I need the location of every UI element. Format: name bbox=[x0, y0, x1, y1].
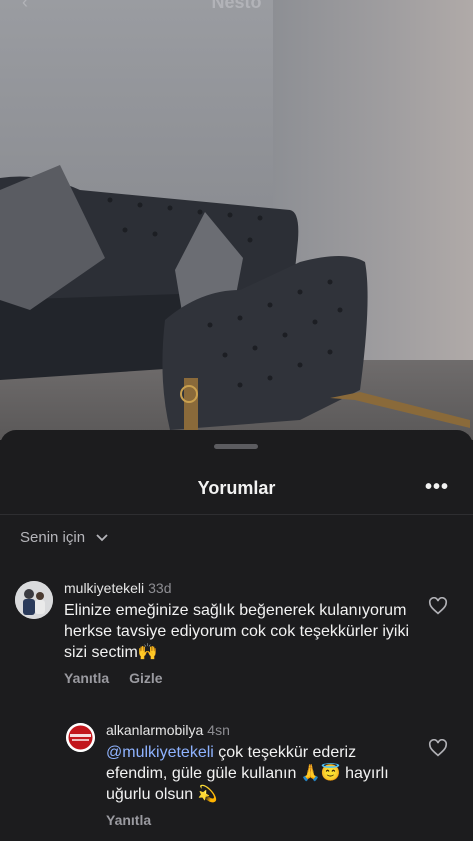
comment-header: mulkiyetekeli 33d bbox=[64, 580, 172, 596]
post-title: Nesto bbox=[211, 0, 262, 12]
comment-actions: Yanıtla Gizle bbox=[64, 670, 163, 686]
heart-icon[interactable] bbox=[428, 597, 448, 615]
more-horizontal-icon[interactable]: ••• bbox=[425, 476, 449, 499]
hide-button[interactable]: Gizle bbox=[129, 670, 162, 686]
reply-button[interactable]: Yanıtla bbox=[64, 670, 109, 686]
filter-label: Senin için bbox=[20, 529, 86, 546]
comment-text: Elinize emeğinize sağlık beğenerek kulan… bbox=[64, 602, 410, 661]
avatar[interactable] bbox=[15, 581, 53, 619]
avatar[interactable] bbox=[66, 723, 95, 752]
comment-time: 33d bbox=[148, 580, 172, 596]
post-photo: ‹ Nesto bbox=[0, 0, 473, 440]
comment-text: @mulkiyetekeli çok teşekkür ederiz efend… bbox=[106, 742, 406, 805]
divider bbox=[0, 514, 473, 515]
comment-actions: Yanıtla bbox=[106, 812, 151, 828]
mention-link[interactable]: @mulkiyetekeli bbox=[106, 744, 214, 761]
sofa-illustration bbox=[0, 165, 470, 430]
comment-header: alkanlarmobilya 4sn bbox=[106, 722, 230, 738]
username[interactable]: mulkiyetekeli bbox=[64, 580, 144, 596]
comments-sheet: Yorumlar ••• Senin için mulkiyetekeli 33d… bbox=[0, 430, 473, 841]
sheet-drag-handle[interactable] bbox=[214, 444, 258, 449]
brand-logo-icon bbox=[66, 723, 95, 752]
sheet-title: Yorumlar bbox=[197, 478, 276, 498]
chevron-down-icon bbox=[96, 533, 108, 541]
reply-button[interactable]: Yanıtla bbox=[106, 812, 151, 828]
heart-icon[interactable] bbox=[428, 739, 448, 757]
comment-filter-dropdown[interactable]: Senin için bbox=[20, 529, 109, 546]
user-photo-icon bbox=[15, 581, 53, 619]
username[interactable]: alkanlarmobilya bbox=[106, 722, 203, 738]
comment-time: 4sn bbox=[207, 722, 230, 738]
